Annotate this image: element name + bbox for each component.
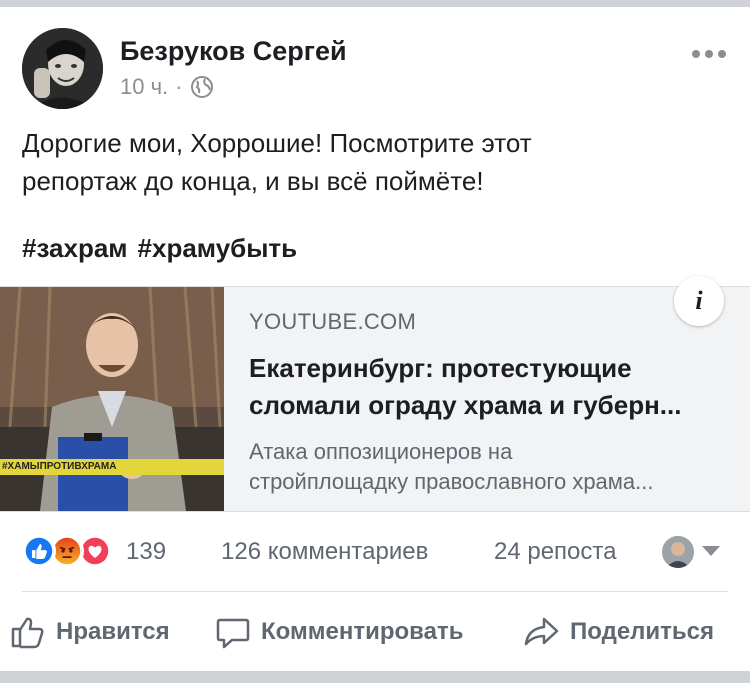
comments-count[interactable]: 126 комментариев xyxy=(221,538,428,566)
hashtags: #захрам #храмубыть xyxy=(22,233,297,264)
share-label: Поделиться xyxy=(570,618,715,645)
share-button[interactable]: Поделиться xyxy=(524,608,714,656)
info-icon[interactable]: i xyxy=(674,276,724,326)
post-text-line: Дорогие мои, Хоррошие! Посмотрите этот xyxy=(22,128,532,158)
link-preview-card[interactable]: #ХАМЫПРОТИВХРАМА YOUTUBE.COM Екатеринбур… xyxy=(0,286,750,512)
post-text-line: репортаж до конца, и вы всё поймёте! xyxy=(22,166,484,196)
author-name[interactable]: Безруков Сергей xyxy=(120,36,347,67)
top-separator-bar xyxy=(0,0,750,7)
thumbs-up-icon xyxy=(11,617,44,649)
hashtag-link[interactable]: #захрам xyxy=(22,233,128,264)
chevron-down-icon[interactable] xyxy=(702,546,720,556)
link-title-line: Екатеринбург: протестующие xyxy=(249,353,632,383)
comment-bubble-icon xyxy=(216,618,250,649)
more-options-icon[interactable] xyxy=(692,46,728,62)
viewer-avatar[interactable] xyxy=(662,536,694,568)
post-actions-bar: Нравится Комментировать Поделиться xyxy=(0,608,750,658)
post-meta: 10 ч. · xyxy=(120,74,214,100)
post-text: Дорогие мои, Хоррошие! Посмотрите этот р… xyxy=(22,124,722,200)
link-domain: YOUTUBE.COM xyxy=(249,309,417,334)
author-avatar[interactable] xyxy=(22,28,103,109)
reactions-summary[interactable] xyxy=(22,534,122,570)
like-reaction-icon xyxy=(22,534,56,568)
hashtag-link[interactable]: #храмубыть xyxy=(138,233,298,264)
link-title-line: сломали ограду храма и губерн... xyxy=(249,390,682,420)
link-desc-line: Атака оппозиционеров на xyxy=(249,439,513,464)
comment-button[interactable]: Комментировать xyxy=(215,608,463,656)
video-thumbnail[interactable]: #ХАМЫПРОТИВХРАМА xyxy=(0,287,224,511)
reactions-count[interactable]: 139 xyxy=(126,538,166,566)
link-desc-line: стройплощадку православного храма... xyxy=(249,469,654,494)
divider xyxy=(22,591,728,592)
post-header: Безруков Сергей 10 ч. · xyxy=(22,28,728,112)
comment-label: Комментировать xyxy=(261,618,464,645)
link-title[interactable]: Екатеринбург: протестующие сломали оград… xyxy=(249,350,719,424)
shares-count[interactable]: 24 репоста xyxy=(494,538,616,566)
meta-separator: · xyxy=(175,74,183,99)
bottom-separator-bar xyxy=(0,671,750,683)
thumbnail-hashtag-banner: #ХАМЫПРОТИВХРАМА xyxy=(0,459,224,475)
like-label: Нравится xyxy=(56,618,170,645)
post-stats: 139 126 комментариев 24 репоста xyxy=(22,534,728,574)
like-button[interactable]: Нравится xyxy=(10,608,170,656)
globe-icon xyxy=(190,76,213,98)
link-description: Атака оппозиционеров на стройплощадку пр… xyxy=(249,437,719,497)
share-arrow-icon xyxy=(524,617,559,646)
post-time[interactable]: 10 ч. xyxy=(120,74,168,100)
